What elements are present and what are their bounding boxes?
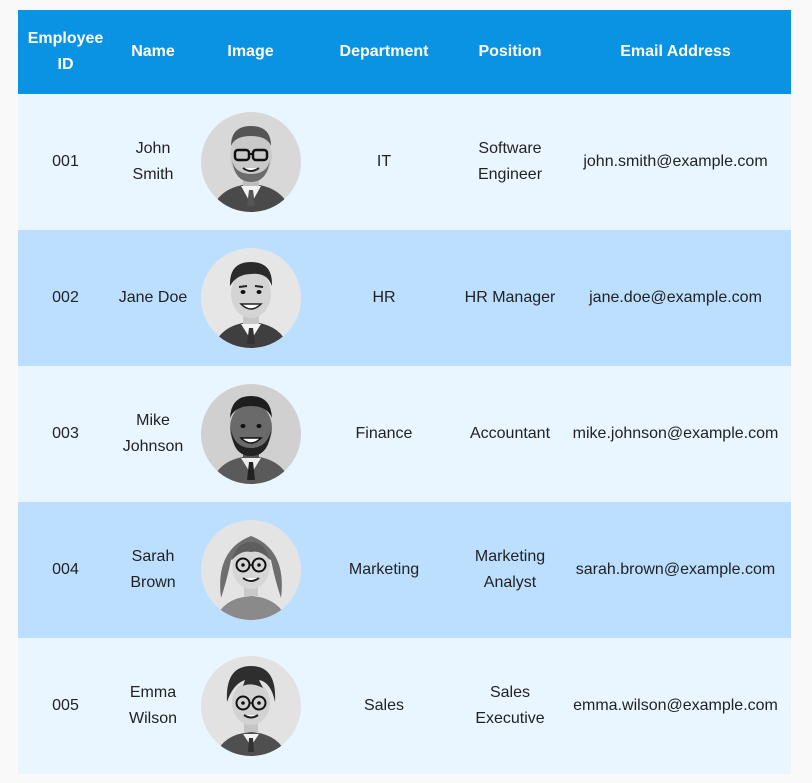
table-row: 001 John Smith IT Software Engineer john… bbox=[18, 94, 791, 230]
employee-id-cell: 002 bbox=[52, 289, 79, 306]
employee-name-cell: Mike Johnson bbox=[122, 412, 184, 455]
employee-image-cell bbox=[193, 366, 308, 502]
employee-email-cell[interactable]: sarah.brown@example.com bbox=[560, 502, 791, 638]
employee-name-cell: John Smith bbox=[132, 140, 174, 183]
employee-email-cell[interactable]: mike.johnson@example.com bbox=[560, 366, 791, 502]
employee-image-cell bbox=[193, 638, 308, 774]
employee-id-cell: 004 bbox=[52, 561, 79, 578]
employee-email-cell[interactable]: jane.doe@example.com bbox=[560, 230, 791, 366]
employee-position-cell: Software Engineer bbox=[477, 140, 543, 183]
employee-department-cell: HR bbox=[372, 289, 396, 306]
header-position[interactable]: Position bbox=[460, 10, 560, 94]
header-name[interactable]: Name bbox=[113, 10, 193, 94]
employee-id-cell: 003 bbox=[52, 425, 79, 442]
table-row: 005 Emma Wilson Sales Sales Executive em… bbox=[18, 638, 791, 774]
header-department[interactable]: Department bbox=[308, 10, 460, 94]
employee-name-cell: Emma Wilson bbox=[128, 684, 177, 727]
smiling-man-avatar-icon bbox=[200, 248, 301, 348]
employee-email-cell[interactable]: john.smith@example.com bbox=[560, 94, 791, 230]
person-with-round-glasses-avatar-icon bbox=[200, 656, 301, 756]
man-with-glasses-beard-avatar-icon bbox=[200, 112, 301, 212]
employee-position-cell: Accountant bbox=[469, 425, 551, 442]
header-email-address[interactable]: Email Address bbox=[560, 10, 791, 94]
employee-position-cell: Marketing Analyst bbox=[474, 548, 546, 591]
employee-image-cell bbox=[193, 94, 308, 230]
employee-id-cell: 005 bbox=[52, 697, 79, 714]
employee-position-cell: HR Manager bbox=[464, 289, 556, 306]
table-row: 004 Sarah Brown Marketing Marketing Anal… bbox=[18, 502, 791, 638]
employee-table-container: Employee ID Name Image Department Positi… bbox=[18, 10, 791, 774]
employee-department-cell: Marketing bbox=[348, 561, 420, 578]
employee-department-cell: Finance bbox=[355, 425, 413, 442]
employee-department-cell: Sales bbox=[363, 697, 405, 714]
header-image[interactable]: Image bbox=[193, 10, 308, 94]
bearded-man-avatar-icon bbox=[200, 384, 301, 484]
table-row: 002 Jane Doe HR HR Manager jane.doe@exam… bbox=[18, 230, 791, 366]
employee-table: Employee ID Name Image Department Positi… bbox=[18, 10, 791, 774]
table-header-row: Employee ID Name Image Department Positi… bbox=[18, 10, 791, 94]
employee-email-cell[interactable]: emma.wilson@example.com bbox=[560, 638, 791, 774]
employee-id-cell: 001 bbox=[52, 153, 79, 170]
header-employee-id[interactable]: Employee ID bbox=[18, 10, 113, 94]
employee-position-cell: Sales Executive bbox=[475, 684, 545, 727]
employee-image-cell bbox=[193, 502, 308, 638]
employee-image-cell bbox=[193, 230, 308, 366]
woman-with-glasses-avatar-icon bbox=[200, 520, 301, 620]
employee-name-cell: Jane Doe bbox=[118, 289, 188, 306]
employee-name-cell: Sarah Brown bbox=[130, 548, 176, 591]
table-row: 003 Mike Johnson Finance Accountant mike… bbox=[18, 366, 791, 502]
employee-department-cell: IT bbox=[376, 153, 392, 170]
